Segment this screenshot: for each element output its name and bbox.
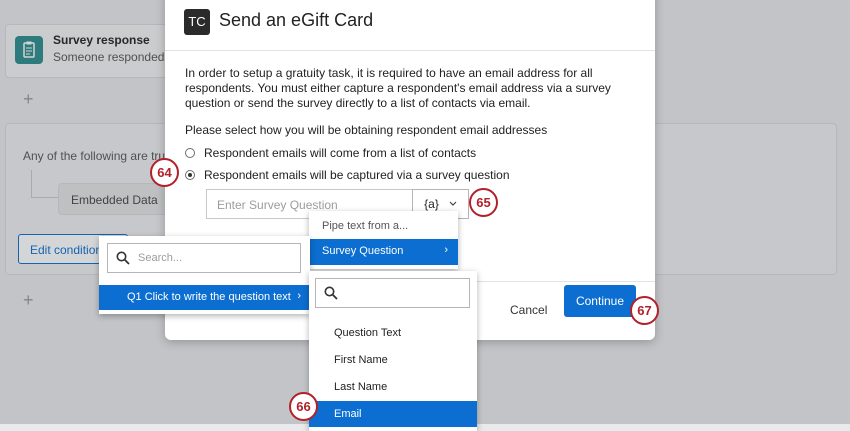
question-search-placeholder: Search... <box>138 252 183 264</box>
tc-logo: TC <box>184 9 210 35</box>
field-item-email[interactable]: Email <box>309 401 477 427</box>
callout-badge-65: 65 <box>469 188 498 217</box>
chevron-right-icon: › <box>444 244 448 256</box>
question-menu-item[interactable]: Q1 Click to write the question text › <box>99 285 310 310</box>
chevron-down-icon <box>449 201 457 206</box>
question-menu: Search... Q1 Click to write the question… <box>99 236 310 314</box>
cancel-button[interactable]: Cancel <box>510 303 547 317</box>
callout-badge-64: 64 <box>150 158 179 187</box>
survey-question-menu-label: Survey Question <box>322 245 404 257</box>
pipe-menu-header: Pipe text from a... <box>322 220 409 232</box>
field-item-question-text[interactable]: Question Text <box>309 327 477 339</box>
callout-badge-67: 67 <box>630 296 659 325</box>
field-search-input[interactable] <box>315 278 470 308</box>
continue-button[interactable]: Continue <box>564 285 636 317</box>
field-item-first-name[interactable]: First Name <box>309 354 477 366</box>
email-source-prompt: Please select how you will be obtaining … <box>185 123 548 137</box>
modal-description: In order to setup a gratuity task, it is… <box>185 66 611 110</box>
field-item-last-name[interactable]: Last Name <box>309 381 477 393</box>
piped-text-label: {a} <box>424 197 439 211</box>
option-contacts-label: Respondent emails will come from a list … <box>204 146 477 160</box>
option-survey-question[interactable]: Respondent emails will be captured via a… <box>185 168 510 182</box>
field-menu: Question Text First Name Last Name Email <box>309 271 477 431</box>
modal-title: Send an eGift Card <box>219 10 374 30</box>
search-icon <box>324 286 338 300</box>
header-divider <box>165 50 655 51</box>
radio-survey-question[interactable] <box>185 170 195 180</box>
chevron-right-icon: › <box>297 290 301 302</box>
question-search-input[interactable]: Search... <box>107 243 301 273</box>
survey-question-menu-item[interactable]: Survey Question › <box>309 239 458 265</box>
pipe-text-menu: Pipe text from a... Survey Question › <box>309 211 458 269</box>
search-icon <box>116 251 130 265</box>
option-survey-question-label: Respondent emails will be captured via a… <box>204 168 510 182</box>
question-menu-label: Q1 Click to write the question text <box>127 291 291 303</box>
option-contacts[interactable]: Respondent emails will come from a list … <box>185 146 476 160</box>
radio-contacts[interactable] <box>185 148 195 158</box>
callout-badge-66: 66 <box>289 392 318 421</box>
